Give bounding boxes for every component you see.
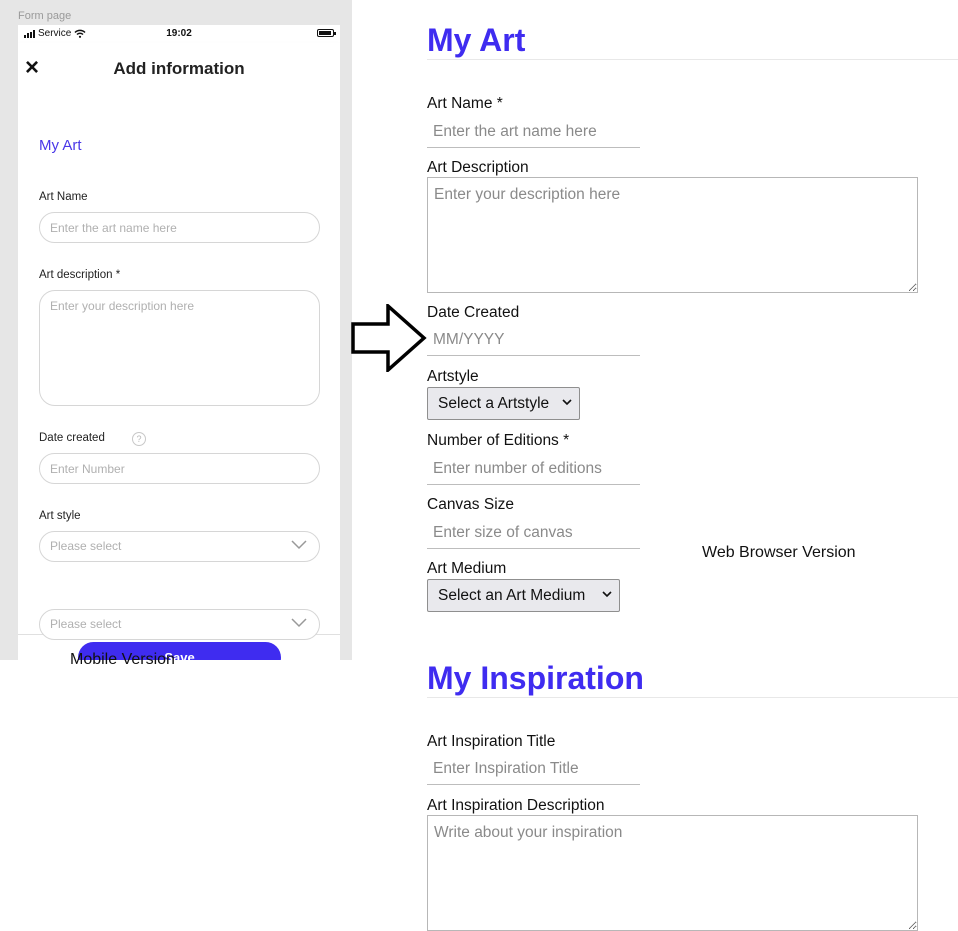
canvas-size-label: Canvas Size [427,496,515,513]
editions-label: Number of Editions * [427,432,570,449]
status-bar: Service 19:02 [18,25,340,43]
second-select-value: Please select [50,617,122,631]
art-name-label: Art Name [39,191,88,203]
section-divider [427,697,958,698]
art-style-select[interactable]: Please select [39,531,320,562]
inspiration-description-input[interactable] [427,815,918,931]
artstyle-select[interactable]: Select a Artstyle [427,387,580,420]
inspiration-description-label: Art Inspiration Description [427,797,605,814]
mobile-mockup: Form page Service 19:02 × Add informatio… [0,0,352,660]
inspiration-title-input[interactable] [427,753,640,785]
phone-screen: Service 19:02 × Add information My Art A… [18,25,340,660]
mobile-header: × Add information [18,43,340,93]
art-description-label: Art Description [427,159,529,176]
date-created-label: Date created [39,432,105,444]
section-title-my-art: My Art [427,22,526,58]
artstyle-label: Artstyle [427,368,479,385]
status-time: 19:02 [166,28,192,39]
date-created-input[interactable] [39,453,320,484]
section-divider [427,59,958,60]
mobile-form: My Art Art Name Art description * Date c… [18,93,340,660]
art-name-input[interactable] [39,212,320,243]
section-title-my-inspiration: My Inspiration [427,660,644,696]
editions-input[interactable] [427,453,640,485]
art-description-input[interactable] [427,177,918,293]
web-caption: Web Browser Version [702,544,856,561]
chevron-down-icon [291,540,307,550]
art-name-label: Art Name * [427,95,503,112]
date-created-input[interactable] [427,324,640,356]
chevron-down-icon [291,618,307,628]
art-name-input[interactable] [427,116,640,148]
help-icon[interactable]: ? [132,432,146,446]
section-title: My Art [39,137,82,154]
frame-label: Form page [18,10,72,22]
art-medium-select[interactable]: Select an Art Medium [427,579,620,612]
inspiration-title-label: Art Inspiration Title [427,733,556,750]
chevron-down-icon [602,591,612,598]
chevron-down-icon [562,399,572,406]
right-arrow-icon [351,304,427,372]
art-description-input[interactable] [39,290,320,406]
art-style-label: Art style [39,510,81,522]
artstyle-value: Select a Artstyle [438,395,550,412]
mobile-caption: Mobile Version [70,651,175,668]
second-select[interactable]: Please select [39,609,320,640]
art-style-value: Please select [50,539,122,553]
art-medium-value: Select an Art Medium [438,587,586,604]
art-description-label: Art description * [39,269,121,281]
page-title: Add information [113,59,245,78]
art-medium-label: Art Medium [427,560,507,577]
battery-icon [317,29,336,37]
canvas-size-input[interactable] [427,517,640,549]
web-form: My Art Art Name * Art Description Date C… [427,0,958,931]
date-created-label: Date Created [427,304,520,321]
